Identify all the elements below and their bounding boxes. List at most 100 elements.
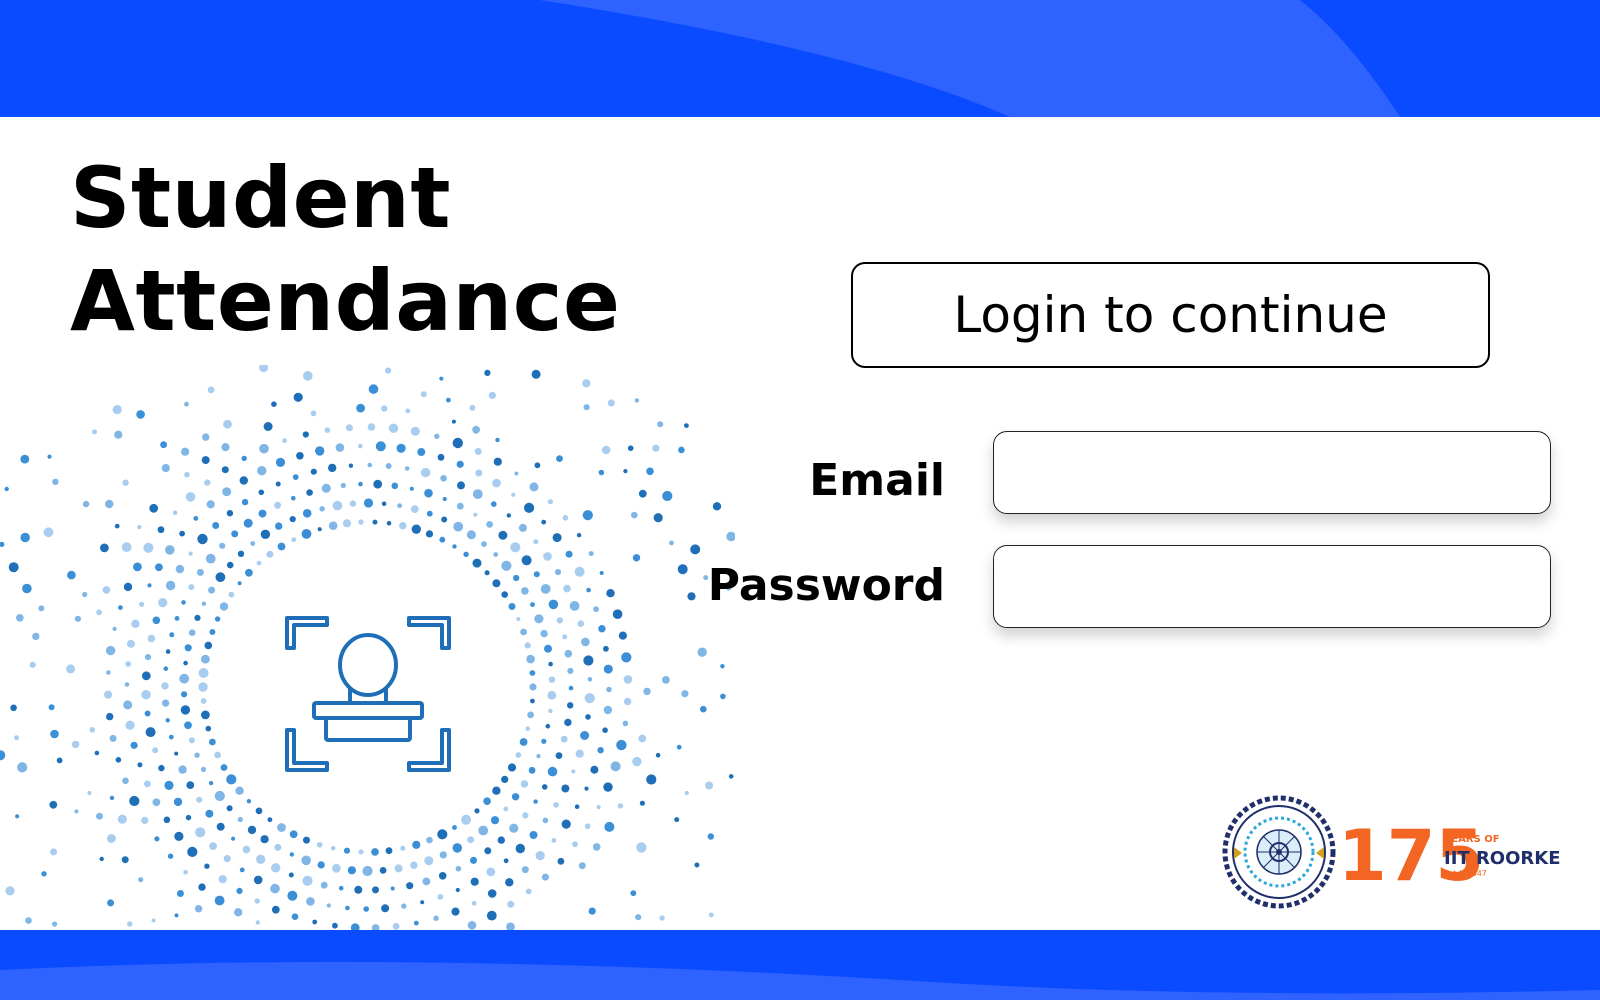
pattern-dot	[406, 882, 414, 890]
pattern-dot	[201, 456, 210, 465]
pattern-dot	[420, 900, 425, 905]
pattern-dot	[381, 501, 387, 506]
pattern-dot	[509, 823, 519, 833]
password-field[interactable]	[993, 545, 1551, 628]
pattern-dot	[529, 831, 538, 839]
face-scan-illustration	[0, 363, 736, 933]
pattern-dot	[569, 601, 580, 611]
pattern-dot	[639, 800, 646, 806]
pattern-dot	[246, 799, 252, 804]
pattern-dot	[87, 790, 92, 796]
pattern-dot	[564, 649, 573, 658]
pattern-dot	[372, 886, 379, 894]
pattern-dot	[106, 670, 111, 675]
pattern-dot	[548, 708, 553, 714]
pattern-dot	[226, 510, 234, 517]
pattern-dot	[310, 410, 317, 417]
pattern-dot	[544, 644, 552, 653]
pattern-dot	[487, 889, 497, 898]
pattern-dot	[221, 466, 229, 474]
pattern-dot	[712, 502, 722, 511]
pattern-dot	[453, 521, 464, 532]
pattern-dot	[367, 423, 376, 431]
pattern-dot	[188, 629, 196, 636]
pattern-dot	[216, 822, 225, 831]
pattern-dot	[315, 446, 325, 456]
pattern-dot	[164, 780, 174, 790]
pattern-dot	[139, 601, 145, 607]
pattern-dot	[388, 423, 399, 433]
pattern-dot	[184, 644, 192, 652]
pattern-dot	[583, 655, 594, 666]
pattern-dot	[82, 591, 88, 598]
pattern-dot	[551, 838, 557, 843]
pattern-dot	[205, 809, 214, 818]
pattern-dot	[534, 462, 541, 469]
pattern-dot	[209, 629, 216, 635]
pattern-dot	[662, 676, 670, 684]
pattern-dot	[47, 454, 52, 459]
pattern-dot	[486, 910, 497, 921]
pattern-dot	[455, 887, 460, 893]
pattern-dot	[514, 471, 519, 476]
pattern-dot	[585, 714, 591, 720]
pattern-dot	[114, 430, 123, 439]
pattern-dot	[587, 677, 593, 682]
pattern-dot	[623, 469, 628, 474]
pattern-dot	[234, 908, 243, 917]
pattern-dot	[247, 825, 257, 835]
pattern-dot	[167, 853, 174, 859]
pattern-dot	[400, 845, 406, 851]
pattern-dot	[186, 781, 195, 789]
pattern-dot	[501, 775, 509, 783]
pattern-dot	[530, 602, 535, 607]
pattern-dot	[242, 845, 251, 854]
pattern-dot	[452, 544, 457, 549]
pattern-dot	[241, 498, 249, 506]
pattern-dot	[677, 564, 688, 575]
pattern-dot	[690, 544, 701, 555]
pattern-dot	[498, 530, 508, 540]
pattern-dot	[574, 566, 585, 577]
pattern-dot	[588, 551, 594, 557]
pattern-dot	[306, 897, 315, 906]
pattern-dot	[515, 752, 522, 758]
pattern-dot	[547, 766, 558, 777]
pattern-dot	[179, 673, 190, 684]
pattern-dot	[513, 574, 520, 582]
pattern-dot	[592, 843, 601, 851]
pattern-dot	[179, 530, 186, 537]
pattern-dot	[343, 847, 351, 854]
pattern-dot	[270, 883, 280, 894]
pattern-dot	[474, 808, 480, 814]
pattern-dot	[107, 899, 115, 907]
pattern-dot	[452, 825, 457, 830]
pattern-dot	[561, 784, 570, 793]
pattern-dot	[312, 919, 318, 925]
pattern-dot	[522, 812, 529, 819]
pattern-dot	[687, 592, 696, 601]
pattern-dot	[486, 521, 493, 528]
pattern-dot	[195, 827, 206, 838]
pattern-dot	[197, 533, 208, 545]
pattern-dot	[71, 740, 80, 749]
pattern-dot	[392, 923, 400, 930]
email-field[interactable]	[993, 431, 1551, 514]
pattern-dot	[123, 700, 133, 710]
pattern-dot	[256, 854, 266, 864]
pattern-dot	[601, 445, 611, 455]
pattern-dot	[397, 503, 402, 509]
pattern-dot	[562, 634, 568, 640]
pattern-dot	[541, 873, 549, 881]
pattern-dot	[529, 482, 539, 492]
pattern-dot	[239, 476, 248, 485]
pattern-dot	[181, 447, 190, 456]
pattern-dot	[475, 469, 483, 477]
pattern-dot	[452, 843, 463, 853]
pattern-dot	[488, 391, 496, 399]
pattern-dot	[258, 489, 265, 496]
email-label: Email	[809, 455, 945, 506]
pattern-dot	[48, 704, 55, 711]
pattern-dot	[521, 555, 532, 566]
pattern-dot	[386, 521, 392, 526]
